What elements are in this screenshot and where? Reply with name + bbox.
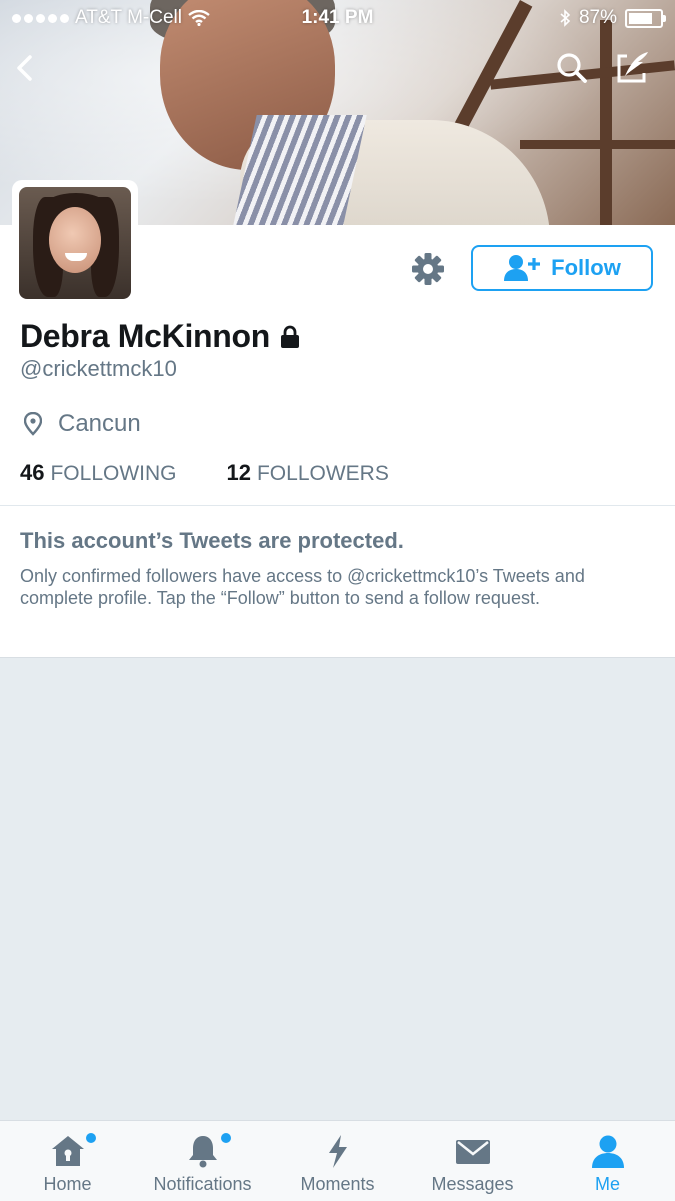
lightning-icon	[328, 1135, 347, 1168]
location-pin-icon	[24, 412, 42, 436]
followers-stat[interactable]: 12 FOLLOWERS	[227, 460, 389, 486]
back-icon	[17, 55, 32, 81]
avatar[interactable]	[19, 187, 131, 299]
following-count: 46	[20, 460, 45, 485]
tab-bar: Home Notifications Moments Messages Me	[0, 1120, 675, 1201]
tab-label: Moments	[300, 1174, 375, 1194]
tab-me[interactable]: Me	[540, 1121, 675, 1201]
profile-handle: @crickettmck10	[20, 356, 177, 381]
divider	[0, 505, 675, 506]
tab-home[interactable]: Home	[0, 1121, 135, 1201]
add-user-icon	[504, 255, 541, 281]
search-button[interactable]	[552, 48, 592, 88]
tab-label: Notifications	[153, 1174, 252, 1194]
back-button[interactable]	[6, 48, 46, 88]
notifications-dot	[221, 1133, 231, 1143]
search-icon	[557, 53, 587, 83]
following-stat[interactable]: 46 FOLLOWING	[20, 460, 177, 486]
envelope-icon	[455, 1140, 490, 1164]
tab-notifications[interactable]: Notifications	[135, 1121, 270, 1201]
tab-moments[interactable]: Moments	[270, 1121, 405, 1201]
gear-icon	[412, 253, 444, 285]
status-bar: AT&T M-Cell 1:41 PM 87%	[0, 0, 675, 36]
follow-button[interactable]: Follow	[471, 245, 653, 291]
followers-label: FOLLOWERS	[256, 462, 389, 485]
follow-label: Follow	[551, 255, 621, 280]
home-notification-dot	[86, 1133, 96, 1143]
compose-button[interactable]	[613, 48, 653, 88]
battery-icon	[625, 8, 666, 28]
protected-title: This account’s Tweets are protected.	[20, 528, 404, 553]
protected-message: Only confirmed followers have access to …	[20, 566, 585, 608]
tab-messages[interactable]: Messages	[405, 1121, 540, 1201]
tab-label: Me	[594, 1174, 620, 1194]
person-icon	[591, 1135, 624, 1168]
tab-label: Messages	[431, 1174, 514, 1194]
profile-location: Cancun	[24, 410, 141, 438]
followers-count: 12	[226, 460, 251, 485]
battery-percent: 87%	[578, 7, 617, 28]
bluetooth-icon	[560, 9, 571, 27]
settings-button[interactable]	[409, 250, 447, 288]
home-icon	[51, 1136, 84, 1166]
location-label: Cancun	[58, 410, 141, 437]
compose-icon	[617, 52, 648, 83]
profile-name: Debra McKinnon	[20, 318, 271, 354]
profile-stats: 46 FOLLOWING 12 FOLLOWERS	[20, 460, 389, 486]
following-label: FOLLOWING	[50, 462, 177, 485]
bell-icon	[188, 1136, 217, 1168]
lock-icon	[281, 325, 300, 348]
tab-label: Home	[43, 1174, 92, 1194]
